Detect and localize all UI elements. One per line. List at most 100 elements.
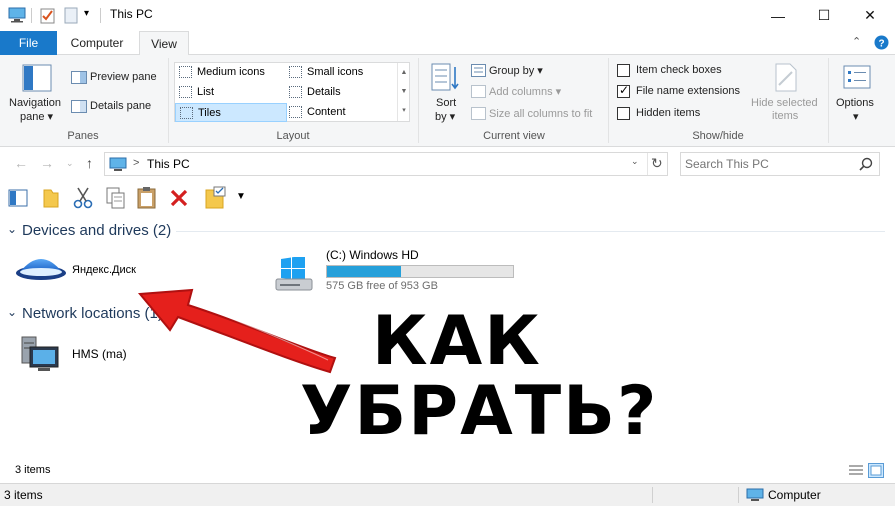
divider (31, 8, 32, 23)
details-pane-button[interactable]: Details pane (90, 100, 151, 112)
ribbon-tabs: File Computer View ⌃ ? (0, 31, 895, 56)
forward-arrow-icon[interactable]: → (40, 155, 54, 171)
ribbon: Navigation pane ▾ Preview pane Details p… (0, 55, 895, 147)
quick-access-dropdown-icon[interactable]: ▾ (84, 8, 89, 19)
network-item-name: HMS (ma) (72, 347, 127, 361)
sort-by-button-line2[interactable]: by ▾ (435, 110, 455, 123)
size-columns-icon (471, 107, 486, 120)
preview-pane-button[interactable]: Preview pane (90, 71, 157, 83)
close-button[interactable]: ✕ (847, 0, 893, 31)
section-divider (176, 231, 885, 232)
file-explorer-window: ▾ This PC — ☐ ✕ File Computer View ⌃ ? N… (0, 0, 895, 506)
add-columns-button[interactable]: Add columns ▾ (489, 85, 561, 98)
hidden-items-label: Hidden items (636, 107, 701, 119)
item-check-boxes-label: Item check boxes (636, 64, 722, 76)
file-name-extensions-label: File name extensions (636, 85, 740, 97)
network-collapse-chevron-icon[interactable]: ⌄ (7, 305, 17, 319)
hide-selected-items-button-line2[interactable]: items (772, 110, 798, 122)
drive-name: Яндекс.Диск (72, 264, 136, 276)
devices-and-drives-heading[interactable]: Devices and drives (2) (22, 222, 171, 239)
computer-icon (746, 488, 764, 501)
options-button[interactable]: Options (836, 97, 874, 109)
window-title: This PC (110, 7, 153, 21)
breadcrumb-separator[interactable]: > (133, 157, 139, 169)
status-bar: 3 items Computer (0, 483, 895, 506)
large-icons-view-icon[interactable] (868, 463, 884, 478)
network-drive-icon (21, 336, 59, 371)
help-icon[interactable]: ? (874, 35, 889, 50)
group-by-button[interactable]: Group by ▾ (489, 64, 543, 77)
sort-by-button[interactable]: Sort (436, 97, 456, 109)
recent-locations-chevron-icon[interactable]: ⌄ (66, 158, 74, 169)
svg-text:?: ? (878, 39, 884, 50)
address-dropdown-icon[interactable]: ⌄ (631, 156, 639, 167)
group-separator (608, 58, 609, 143)
layout-details[interactable]: Details (285, 83, 397, 102)
paste-clipboard-icon[interactable] (137, 186, 157, 209)
details-view-icon[interactable] (848, 464, 864, 477)
panes-group-label: Panes (67, 130, 99, 142)
red-arrow-annotation (137, 288, 337, 374)
layout-gallery: Medium icons Small icons List Details Ti… (174, 62, 410, 122)
show-hide-group-label: Show/hide (692, 130, 744, 142)
maximize-button[interactable]: ☐ (801, 0, 847, 31)
properties-folder-icon[interactable] (205, 186, 227, 210)
divider (652, 487, 653, 503)
breadcrumb-this-pc[interactable]: This PC (147, 157, 190, 171)
customize-toolbar-dropdown-icon[interactable]: ▼ (236, 191, 246, 202)
status-location: Computer (768, 488, 821, 502)
new-folder-icon[interactable] (64, 7, 78, 24)
layout-list[interactable]: List (175, 83, 287, 102)
group-separator (168, 58, 169, 143)
layout-small-icons[interactable]: Small icons (285, 63, 397, 82)
search-box[interactable] (680, 152, 880, 176)
size-all-columns-button[interactable]: Size all columns to fit (489, 108, 592, 120)
minimize-button[interactable]: — (755, 0, 801, 31)
group-separator (418, 58, 419, 143)
this-pc-icon (8, 7, 26, 23)
options-chevron-icon[interactable]: ▾ (853, 110, 859, 123)
navigation-pane-button-line2[interactable]: pane ▾ (20, 110, 53, 123)
devices-collapse-chevron-icon[interactable]: ⌄ (7, 222, 17, 236)
preview-pane-icon (71, 71, 87, 84)
divider (647, 153, 648, 175)
hide-selected-items-button[interactable]: Hide selected (751, 97, 818, 109)
overlay-text-line1: КАК (372, 302, 542, 381)
item-check-boxes-checkbox[interactable] (617, 64, 630, 77)
sort-by-icon (431, 63, 459, 91)
drive-name: (C:) Windows HD (326, 248, 419, 262)
layout-scrollbar[interactable]: ▲ ▼ ▾ (397, 63, 410, 121)
tab-file[interactable]: File (0, 31, 57, 55)
options-icon (843, 65, 871, 89)
tab-computer[interactable]: Computer (60, 31, 134, 55)
quick-toolbar: ▼ (0, 183, 895, 213)
refresh-icon[interactable]: ↻ (651, 155, 663, 172)
layout-medium-icons[interactable]: Medium icons (175, 63, 287, 82)
file-name-extensions-checkbox[interactable] (617, 83, 630, 98)
search-input[interactable] (685, 155, 855, 173)
delete-x-icon[interactable] (169, 188, 189, 208)
navigation-pane-button[interactable]: Navigation (9, 97, 61, 109)
title-bar: ▾ This PC — ☐ ✕ (0, 0, 895, 31)
layout-tiles[interactable]: Tiles (175, 103, 287, 122)
tab-view[interactable]: View (139, 31, 189, 56)
back-arrow-icon[interactable]: ← (14, 155, 28, 171)
group-by-icon (471, 64, 486, 77)
layout-content[interactable]: Content (285, 103, 397, 122)
drive-usage-fill (327, 266, 401, 277)
details-pane-icon (71, 100, 87, 113)
properties-icon[interactable] (40, 7, 56, 24)
navigation-pane-icon[interactable] (8, 188, 28, 208)
hidden-items-checkbox[interactable] (617, 107, 630, 120)
drive-usage-bar (326, 265, 514, 278)
up-arrow-icon[interactable]: ↑ (86, 155, 93, 171)
cut-scissors-icon[interactable] (73, 187, 93, 209)
address-bar[interactable]: > This PC ⌄ ↻ (104, 152, 668, 176)
copy-icon[interactable] (106, 187, 126, 209)
add-columns-icon (471, 85, 486, 98)
folder-icon[interactable] (43, 187, 59, 209)
item-count: 3 items (15, 464, 51, 476)
status-item-count: 3 items (4, 488, 43, 502)
collapse-ribbon-icon[interactable]: ⌃ (852, 35, 861, 48)
divider (738, 487, 739, 503)
